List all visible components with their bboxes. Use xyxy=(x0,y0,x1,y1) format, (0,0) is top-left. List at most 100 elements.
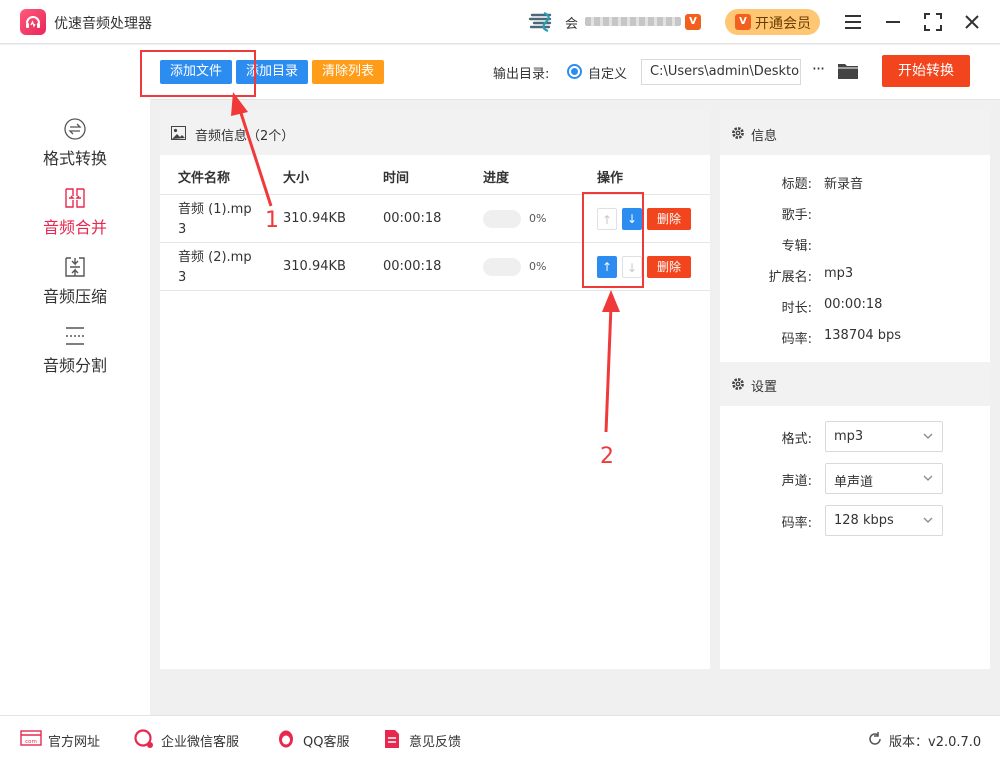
folder-icon[interactable] xyxy=(837,61,859,81)
version-info: 版本：v2.0.7.0 xyxy=(867,730,982,750)
menu-icon[interactable] xyxy=(841,10,865,34)
info-row-bitrate: 码率: 138704 bps xyxy=(720,328,990,348)
info-key: 时长: xyxy=(781,301,812,316)
settings-header: 设置 xyxy=(720,362,990,406)
custom-radio-label[interactable]: 自定义 xyxy=(588,63,627,82)
sidebar-item-format-convert[interactable]: 格式转换 xyxy=(0,117,150,183)
footer-label: 官方网址 xyxy=(48,735,101,750)
version-label: 版本：v2.0.7.0 xyxy=(889,735,982,750)
footer-label: 企业微信客服 xyxy=(161,735,240,750)
image-icon xyxy=(171,126,186,140)
close-icon[interactable] xyxy=(960,10,984,34)
col-file-name: 文件名称 xyxy=(178,171,231,186)
setting-row-format: 格式: mp3 xyxy=(720,421,990,453)
setting-row-channel: 声道: 单声道 xyxy=(720,463,990,495)
format-select[interactable]: mp3 xyxy=(825,421,943,452)
annotation-label-1: 1 xyxy=(265,208,279,233)
table-header: 文件名称 大小 时间 进度 操作 xyxy=(160,155,710,195)
annotation-box-reorder xyxy=(582,192,644,288)
sidebar-item-audio-merge[interactable]: 音频合并 xyxy=(0,186,150,252)
col-progress: 进度 xyxy=(483,171,510,186)
info-title: 信息 xyxy=(751,129,778,144)
website-icon: com xyxy=(20,730,42,746)
qq-icon xyxy=(279,730,293,748)
compress-icon xyxy=(65,257,85,277)
delete-button[interactable]: 删除 xyxy=(647,256,691,278)
merge-icon xyxy=(65,188,85,208)
info-header: 信息 xyxy=(720,111,990,155)
select-value: mp3 xyxy=(834,429,864,444)
right-panel: 信息 标题: 新录音 歌手: 专辑: 扩展名: mp3 时长: 00:00:18… xyxy=(720,111,990,669)
clear-list-button[interactable]: 清除列表 xyxy=(312,60,384,84)
output-path-input[interactable]: C:\Users\admin\Desktop xyxy=(641,59,801,85)
start-convert-button[interactable]: 开始转换 xyxy=(882,55,970,87)
settings-title: 设置 xyxy=(751,380,778,395)
sidebar-item-label: 音频合并 xyxy=(42,218,107,237)
footer-label: QQ客服 xyxy=(303,735,350,750)
progress-bar xyxy=(483,210,521,228)
col-time: 时间 xyxy=(383,171,410,186)
info-row-extension: 扩展名: mp3 xyxy=(720,266,990,286)
chevron-down-icon xyxy=(923,517,933,523)
file-duration: 00:00:18 xyxy=(383,259,442,274)
bitrate-select[interactable]: 128 kbps xyxy=(825,505,943,536)
info-key: 码率: xyxy=(781,332,812,347)
select-value: 128 kbps xyxy=(834,513,894,528)
progress-percent: 0% xyxy=(529,260,547,273)
info-row-duration: 时长: 00:00:18 xyxy=(720,297,990,317)
file-name: 音频 (1).mp3 xyxy=(178,202,252,237)
sidebar-item-audio-compress[interactable]: 音频压缩 xyxy=(0,255,150,321)
info-value: 00:00:18 xyxy=(824,297,883,312)
setting-key: 声道: xyxy=(781,474,812,489)
file-name: 音频 (2).mp3 xyxy=(178,250,252,285)
sidebar-item-label: 音频分割 xyxy=(42,356,107,375)
audio-info-title: 音频信息（2个） xyxy=(195,129,295,144)
sidebar-item-label: 格式转换 xyxy=(42,149,107,168)
file-size: 310.94KB xyxy=(283,211,346,226)
user-name: 会 xyxy=(565,17,579,32)
app-title: 优速音频处理器 xyxy=(54,16,152,32)
more-options-button[interactable]: ··· xyxy=(807,59,829,83)
chevron-down-icon xyxy=(923,475,933,481)
info-key: 专辑: xyxy=(781,239,812,254)
output-dir-label: 输出目录: xyxy=(493,67,550,82)
annotation-box-add-file xyxy=(140,50,256,97)
progress-bar xyxy=(483,258,521,276)
feedback-icon xyxy=(385,730,399,748)
footer: com 官方网址 企业微信客服 QQ客服 意见反馈 版本：v2.0.7.0 xyxy=(0,715,1000,760)
progress-percent: 0% xyxy=(529,212,547,225)
app-logo-icon xyxy=(20,9,46,35)
minimize-icon[interactable] xyxy=(881,10,905,34)
info-key: 歌手: xyxy=(781,208,812,223)
info-value: mp3 xyxy=(824,266,854,281)
info-row-album: 专辑: xyxy=(720,235,990,255)
split-icon xyxy=(66,327,84,345)
info-value: 138704 bps xyxy=(824,328,902,343)
gear-icon xyxy=(732,127,744,139)
title-bar: 优速音频处理器 会 V V 开通会员 xyxy=(0,0,1000,44)
info-row-artist: 歌手: xyxy=(720,204,990,224)
open-vip-button[interactable]: V 开通会员 xyxy=(725,9,820,35)
svg-text:com: com xyxy=(25,739,37,745)
channel-select[interactable]: 单声道 xyxy=(825,463,943,494)
footer-label: 意见反馈 xyxy=(409,735,462,750)
delete-button[interactable]: 删除 xyxy=(647,208,691,230)
chevron-down-icon xyxy=(923,433,933,439)
toolbar: 添加文件 添加目录 清除列表 输出目录: 自定义 C:\Users\admin\… xyxy=(150,45,1000,100)
setting-row-bitrate: 码率: 128 kbps xyxy=(720,505,990,537)
info-key: 标题: xyxy=(781,177,812,192)
maximize-icon[interactable] xyxy=(921,10,945,34)
vip-icon: V xyxy=(735,14,751,30)
audio-info-header: 音频信息（2个） xyxy=(160,111,710,155)
file-duration: 00:00:18 xyxy=(383,211,442,226)
info-value: 新录音 xyxy=(824,177,864,192)
col-size: 大小 xyxy=(283,171,310,186)
col-actions: 操作 xyxy=(597,171,624,186)
annotation-label-2: 2 xyxy=(600,444,614,469)
wechat-work-icon xyxy=(134,729,153,748)
custom-radio[interactable] xyxy=(567,64,582,79)
open-vip-label: 开通会员 xyxy=(755,16,811,32)
gear-icon xyxy=(732,378,744,390)
swap-circle-icon xyxy=(64,118,86,140)
sidebar-item-audio-split[interactable]: 音频分割 xyxy=(0,324,150,390)
